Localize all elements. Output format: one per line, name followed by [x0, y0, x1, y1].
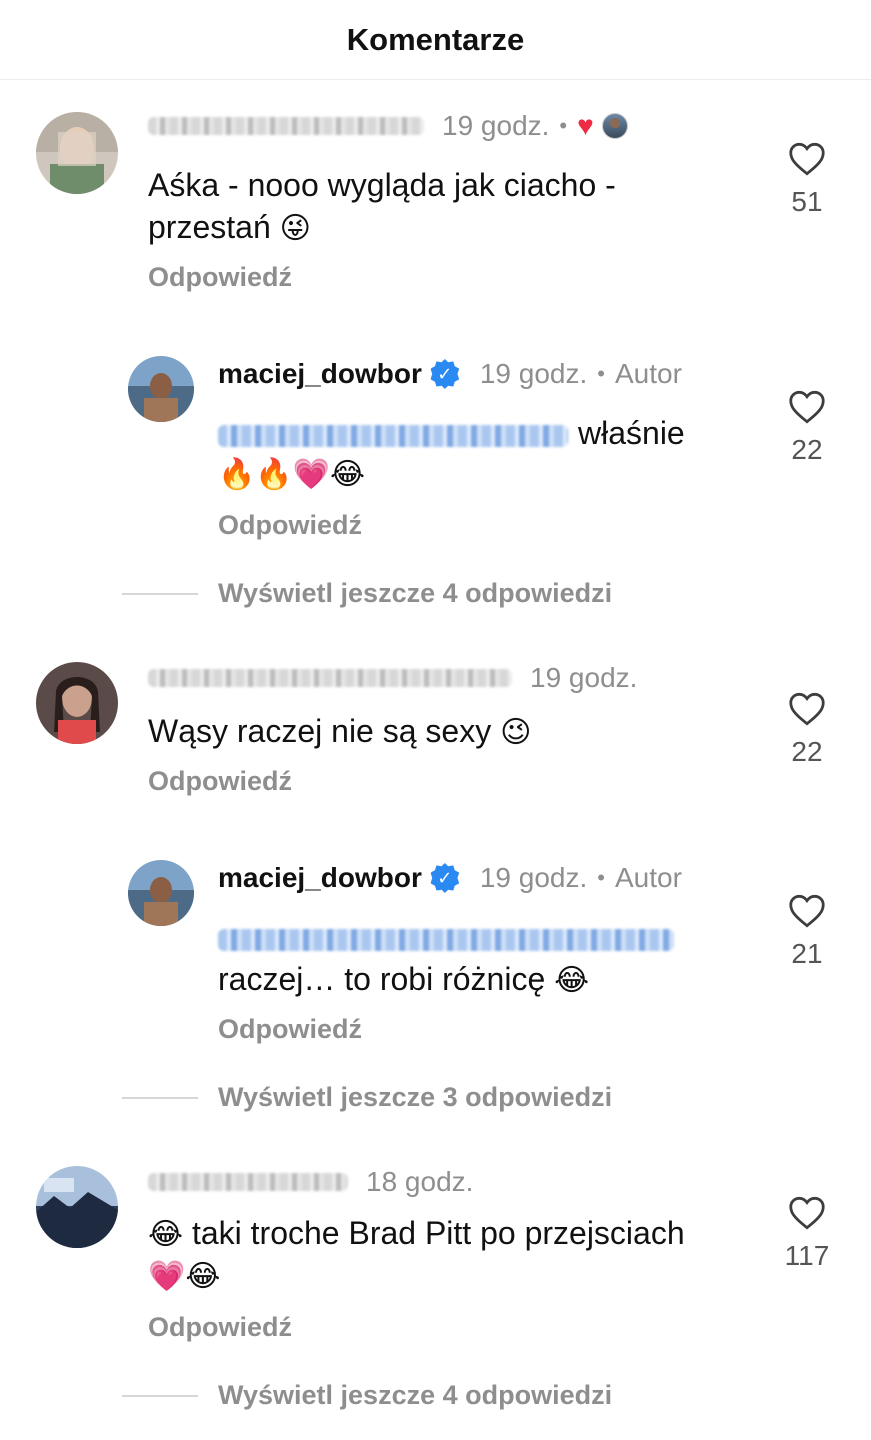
comment-text-fragment: taki troche Brad Pitt po przejsciach — [191, 1215, 685, 1251]
blurred-username[interactable] — [148, 669, 512, 687]
reply-button[interactable]: Odpowiedź — [148, 766, 292, 797]
like-count: 22 — [791, 434, 823, 465]
reply-button[interactable]: Odpowiedź — [148, 262, 292, 293]
author-label: Autor — [614, 358, 682, 389]
page-title: Komentarze — [346, 21, 525, 57]
reply-meta: maciej_dowbor ✓ 19 godz. • Autor — [218, 356, 682, 392]
author-liked-avatar-icon — [601, 113, 628, 139]
avatar[interactable] — [36, 662, 118, 744]
reply-username[interactable]: maciej_dowbor — [218, 358, 422, 390]
reply-button[interactable]: Odpowiedź — [218, 510, 362, 541]
reply-text-line — [218, 916, 684, 958]
reply-time: 19 godz. — [479, 862, 588, 893]
heart-outline-icon[interactable] — [788, 692, 826, 726]
like-count: 21 — [791, 938, 823, 969]
comment-text-line: przestań 😜 — [148, 206, 616, 250]
reply-text-fragment: właśnie — [578, 415, 685, 451]
reply-username[interactable]: maciej_dowbor — [218, 862, 422, 894]
like-control[interactable]: 21 — [770, 894, 844, 970]
avatar[interactable] — [36, 1166, 118, 1248]
divider — [122, 1096, 198, 1099]
separator-dot: • — [559, 113, 568, 138]
heart-outline-icon[interactable] — [788, 894, 826, 928]
comment-meta: 19 godz. • ♥ — [148, 108, 628, 144]
like-control[interactable]: 117 — [770, 1196, 844, 1272]
reply-text-line: raczej… to robi różnicę 😂 — [218, 958, 684, 1002]
heart-icon: ♥ — [577, 110, 594, 141]
reply-button[interactable]: Odpowiedź — [218, 1014, 362, 1045]
author-label: Autor — [614, 862, 682, 893]
blurred-username[interactable] — [148, 117, 424, 135]
reply-time: 19 godz. — [479, 358, 588, 389]
comment-text-line: 😂 taki troche Brad Pitt po przejsciach — [148, 1212, 685, 1256]
like-count: 117 — [784, 1240, 830, 1271]
comment-text: Aśka - nooo wygląda jak ciacho - przesta… — [148, 164, 616, 250]
heart-outline-icon[interactable] — [788, 390, 826, 424]
like-control[interactable]: 22 — [770, 390, 844, 466]
divider — [122, 1394, 198, 1397]
comment-time: 18 godz. — [366, 1166, 474, 1197]
comment-text: 😂 taki troche Brad Pitt po przejsciach 💗… — [148, 1212, 685, 1298]
view-more-label: Wyświetl jeszcze 3 odpowiedzi — [218, 1082, 613, 1112]
author-avatar[interactable] — [128, 860, 194, 926]
blurred-mention[interactable] — [218, 928, 674, 951]
verified-badge-icon: ✓ — [430, 359, 460, 389]
comment-time: 19 godz. — [442, 110, 550, 141]
view-more-replies[interactable]: Wyświetl jeszcze 4 odpowiedzi — [122, 578, 612, 609]
comment-text-fragment: przestań — [148, 209, 271, 245]
reply-text: właśnie 🔥🔥💗😂 — [218, 412, 685, 496]
reply-text: raczej… to robi różnicę 😂 — [218, 916, 684, 1002]
comment-text-line: Aśka - nooo wygląda jak ciacho - — [148, 167, 616, 203]
like-control[interactable]: 22 — [770, 692, 844, 768]
reply-text-fragment: raczej… to robi różnicę — [218, 961, 546, 997]
avatar[interactable] — [36, 112, 118, 194]
reply-button[interactable]: Odpowiedź — [148, 1312, 292, 1343]
header: Komentarze — [0, 0, 871, 80]
like-control[interactable]: 51 — [770, 142, 844, 218]
reply-emoji-line: 🔥🔥💗😂 — [218, 457, 366, 492]
comment-meta: 19 godz. — [148, 660, 637, 696]
author-avatar[interactable] — [128, 356, 194, 422]
comment-time: 19 godz. — [530, 662, 638, 693]
comment-text-line: Wąsy raczej nie są sexy 😉 — [148, 710, 531, 754]
separator-dot: • — [597, 865, 605, 890]
heart-outline-icon[interactable] — [788, 142, 826, 176]
verified-badge-icon: ✓ — [430, 863, 460, 893]
laughing-emoji: 😂 — [554, 963, 590, 998]
heart-outline-icon[interactable] — [788, 1196, 826, 1230]
separator-dot: • — [597, 361, 605, 386]
comment-meta: 18 godz. — [148, 1164, 473, 1200]
blurred-username[interactable] — [148, 1173, 348, 1191]
like-count: 51 — [791, 186, 823, 217]
blurred-mention[interactable] — [218, 424, 568, 447]
comment-text: Wąsy raczej nie są sexy 😉 — [148, 710, 531, 754]
like-count: 22 — [791, 736, 823, 767]
comment-emoji-line: 💗😂 — [148, 1259, 221, 1294]
reply-text-line: właśnie — [218, 412, 685, 454]
laughing-emoji: 😂 — [148, 1217, 184, 1252]
view-more-label: Wyświetl jeszcze 4 odpowiedzi — [218, 578, 613, 608]
winking-face-emoji: 😉 — [500, 715, 532, 750]
view-more-replies[interactable]: Wyświetl jeszcze 3 odpowiedzi — [122, 1082, 612, 1113]
comment-text-fragment: Wąsy raczej nie są sexy — [148, 713, 492, 749]
winking-tongue-emoji: 😜 — [279, 211, 311, 246]
divider — [122, 592, 198, 595]
reply-meta: maciej_dowbor ✓ 19 godz. • Autor — [218, 860, 682, 896]
view-more-label: Wyświetl jeszcze 4 odpowiedzi — [218, 1380, 613, 1410]
view-more-replies[interactable]: Wyświetl jeszcze 4 odpowiedzi — [122, 1380, 612, 1411]
